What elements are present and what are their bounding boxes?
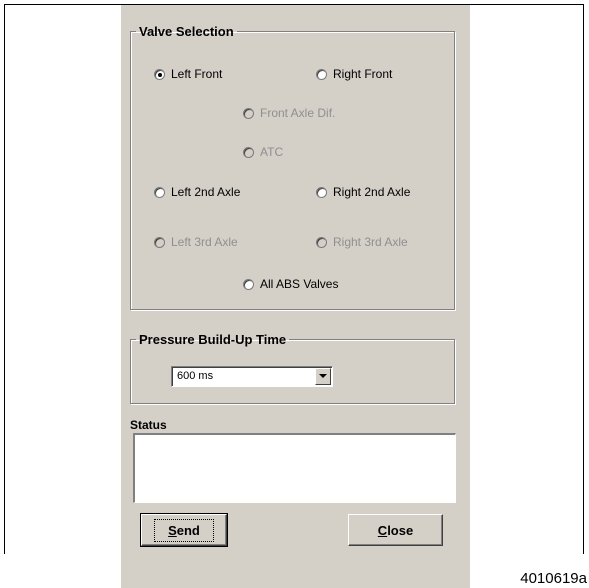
radio-atc-indicator: [243, 146, 254, 158]
radio-left-3rd-axle-label: Left 3rd Axle: [171, 235, 238, 249]
radio-right-front[interactable]: Right Front: [316, 67, 392, 81]
pressure-build-up-title: Pressure Build-Up Time: [139, 332, 287, 347]
radio-all-abs-valves-label: All ABS Valves: [260, 277, 339, 291]
radio-left-3rd-axle-indicator: [154, 236, 165, 248]
radio-left-front[interactable]: Left Front: [154, 67, 222, 81]
radio-left-3rd-axle: Left 3rd Axle: [154, 235, 238, 249]
radio-all-abs-valves[interactable]: All ABS Valves: [243, 277, 338, 291]
radio-right-3rd-axle-label: Right 3rd Axle: [333, 235, 408, 249]
radio-right-3rd-axle: Right 3rd Axle: [316, 235, 408, 249]
radio-right-2nd-axle[interactable]: Right 2nd Axle: [316, 185, 410, 199]
chevron-down-icon: [319, 374, 327, 378]
dialog-panel: Valve Selection Left Front Right Front F…: [121, 5, 470, 588]
radio-front-axle-dif-label: Front Axle Dif.: [260, 106, 336, 120]
radio-atc: ATC: [243, 145, 283, 159]
valve-selection-title: Valve Selection: [139, 24, 234, 39]
send-button[interactable]: Send: [140, 513, 228, 547]
close-button-label: Close: [377, 522, 414, 538]
radio-left-front-label: Left Front: [171, 67, 223, 81]
close-button[interactable]: Close: [348, 514, 443, 546]
radio-front-axle-dif: Front Axle Dif.: [243, 106, 335, 120]
figure-id-caption: 4010619a: [520, 570, 587, 587]
radio-atc-label: ATC: [260, 145, 284, 159]
radio-left-front-indicator[interactable]: [154, 68, 165, 80]
radio-front-axle-dif-indicator: [243, 107, 254, 119]
status-label: Status: [130, 418, 167, 432]
radio-all-abs-valves-indicator[interactable]: [243, 278, 254, 290]
pressure-time-select[interactable]: 600 ms: [171, 366, 333, 387]
radio-left-2nd-axle-label: Left 2nd Axle: [171, 185, 241, 199]
radio-left-2nd-axle-indicator[interactable]: [154, 186, 165, 198]
send-button-label: Send: [154, 518, 214, 542]
dropdown-arrow-button[interactable]: [315, 368, 331, 385]
radio-right-3rd-axle-indicator: [316, 236, 327, 248]
radio-right-2nd-axle-label: Right 2nd Axle: [333, 185, 411, 199]
radio-right-front-label: Right Front: [333, 67, 393, 81]
pressure-time-value: 600 ms: [177, 370, 214, 382]
radio-right-2nd-axle-indicator[interactable]: [316, 186, 327, 198]
radio-right-front-indicator[interactable]: [316, 68, 327, 80]
radio-left-2nd-axle[interactable]: Left 2nd Axle: [154, 185, 240, 199]
status-textbox[interactable]: [133, 433, 456, 503]
